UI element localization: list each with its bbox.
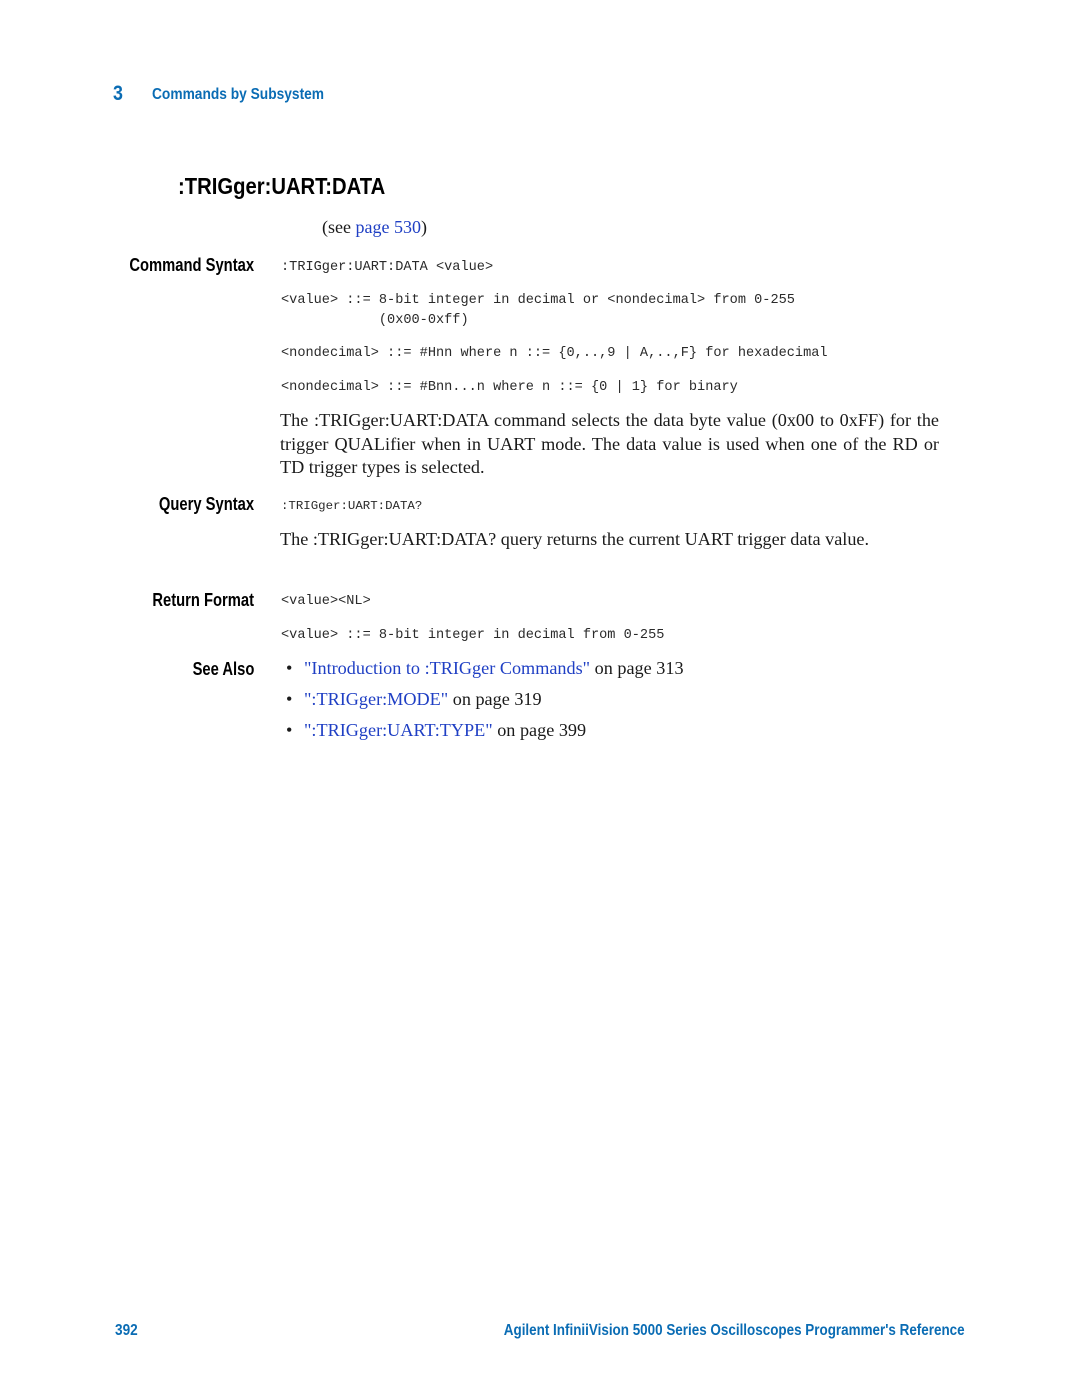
bullet-icon: • <box>286 689 293 709</box>
chapter-title: Commands by Subsystem <box>152 86 325 103</box>
see-page-reference: (see page 530) <box>322 217 427 238</box>
book-title: Agilent InfiniiVision 5000 Series Oscill… <box>504 1322 965 1339</box>
value-range-hex: (0x00-0xff) <box>281 313 469 328</box>
query-description: The :TRIGger:UART:DATA? query returns th… <box>280 529 870 549</box>
see-prefix: (see <box>322 217 356 237</box>
bullet-icon: • <box>286 720 293 740</box>
return-format-line: <value><NL> <box>281 594 371 609</box>
see-suffix: ) <box>420 217 427 237</box>
nondecimal-hex-definition: <nondecimal> ::= #Hnn where n ::= {0,..,… <box>281 346 828 361</box>
value-definition: <value> ::= 8-bit integer in decimal or … <box>281 293 795 308</box>
chapter-number: 3 <box>113 82 123 105</box>
page-number: 392 <box>115 1322 138 1339</box>
query-syntax-label: Query Syntax <box>158 494 254 514</box>
query-syntax-line: :TRIGger:UART:DATA? <box>281 499 423 513</box>
return-format-label: Return Format <box>152 590 254 610</box>
see-also-link-trigger-intro[interactable]: "Introduction to :TRIGger Commands" <box>304 658 590 678</box>
command-syntax-line: :TRIGger:UART:DATA <value> <box>281 260 494 275</box>
see-also-page-ref: on page 313 <box>590 658 684 678</box>
command-syntax-label: Command Syntax <box>129 255 254 275</box>
see-also-link-uart-type[interactable]: ":TRIGger:UART:TYPE" <box>304 720 493 740</box>
see-also-page-ref: on page 399 <box>492 720 587 740</box>
command-title: :TRIGger:UART:DATA <box>178 173 386 199</box>
see-also-page-ref: on page 319 <box>448 689 542 709</box>
see-also-label: See Also <box>192 659 254 679</box>
return-value-definition: <value> ::= 8-bit integer in decimal fro… <box>281 628 665 643</box>
see-page-link[interactable]: page 530 <box>355 217 420 237</box>
see-also-item: • "Introduction to :TRIGger Commands" on … <box>286 658 684 679</box>
see-also-item: • ":TRIGger:UART:TYPE" on page 399 <box>286 720 586 741</box>
bullet-icon: • <box>286 658 293 678</box>
nondecimal-binary-definition: <nondecimal> ::= #Bnn...n where n ::= {0… <box>281 380 738 395</box>
command-description: The :TRIGger:UART:DATA command selects t… <box>280 410 939 477</box>
see-also-link-trigger-mode[interactable]: ":TRIGger:MODE" <box>304 689 448 709</box>
see-also-item: • ":TRIGger:MODE" on page 319 <box>286 689 542 710</box>
